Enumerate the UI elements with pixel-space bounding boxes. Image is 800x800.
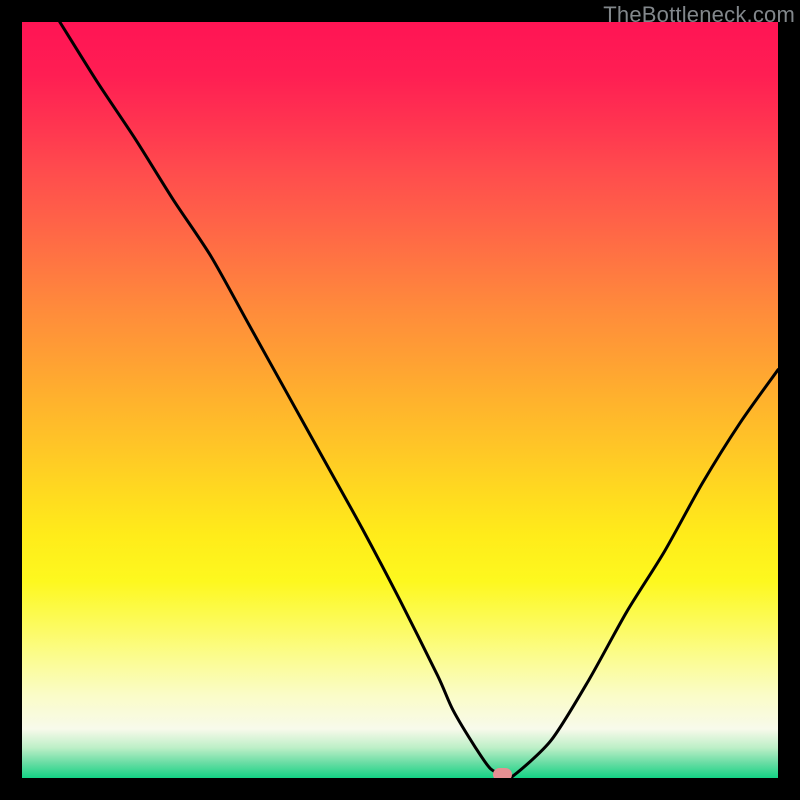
watermark: TheBottleneck.com xyxy=(603,2,795,28)
plot-area xyxy=(22,22,778,778)
bottleneck-curve xyxy=(22,22,778,778)
optimum-marker xyxy=(493,768,512,778)
